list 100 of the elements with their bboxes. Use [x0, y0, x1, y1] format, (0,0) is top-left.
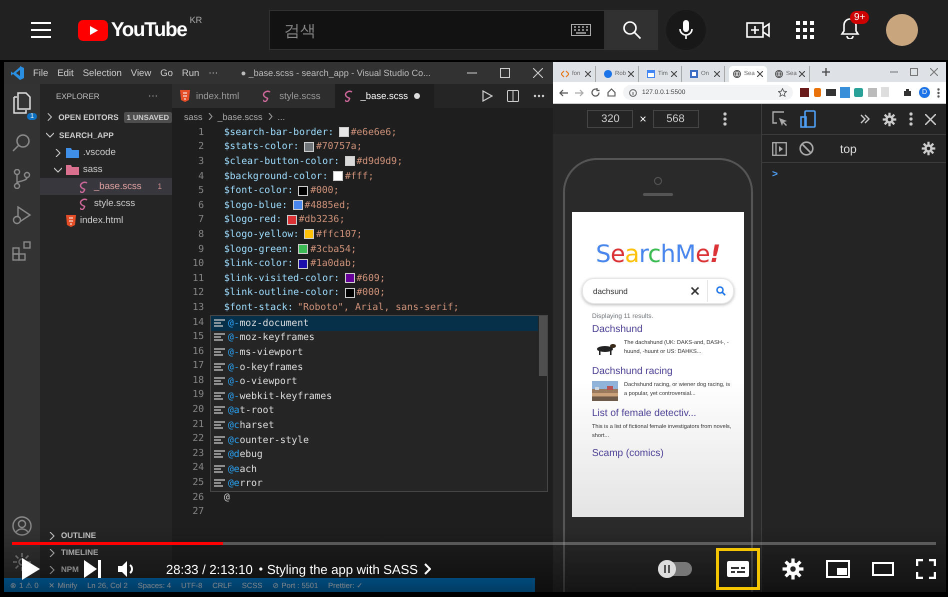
youtube-logo[interactable]: YouTube [111, 18, 187, 42]
tree-item[interactable]: .vscode [40, 144, 172, 161]
source-control-icon[interactable] [13, 169, 31, 189]
tree-item[interactable]: sass [40, 161, 172, 178]
console-prompt[interactable]: > [762, 163, 946, 186]
color-swatch[interactable] [338, 127, 349, 138]
suggestion-item[interactable]: @-o-keyframes [211, 360, 538, 374]
close-icon[interactable] [714, 71, 720, 77]
maximize-icon[interactable] [500, 68, 510, 78]
suggestion-item[interactable]: @-moz-keyframes [211, 330, 538, 346]
device-toolbar-icon[interactable] [800, 110, 816, 128]
breadcrumb-item[interactable]: ... [278, 112, 286, 122]
volume-icon[interactable] [118, 560, 136, 578]
create-video-icon[interactable] [746, 21, 770, 39]
voice-search-button[interactable] [666, 10, 706, 50]
result-link[interactable]: List of female detectiv... [592, 408, 734, 419]
close-icon[interactable] [671, 71, 677, 77]
panel-header[interactable]: OUTLINE [40, 527, 100, 544]
height-field[interactable]: 568 [652, 110, 698, 128]
more-tabs-icon[interactable] [860, 114, 870, 124]
section-header[interactable]: SEARCH_APP [59, 130, 114, 140]
menu-item[interactable]: Selection [82, 68, 122, 78]
extensions-icon[interactable] [12, 241, 32, 261]
settings-icon[interactable] [921, 141, 936, 156]
close-icon[interactable] [585, 71, 591, 77]
suggestion-item[interactable]: @debug [211, 447, 538, 462]
editor-tab[interactable]: style.scss [253, 84, 334, 108]
captions-button[interactable] [716, 548, 760, 590]
editor-tab[interactable]: index.html [172, 84, 254, 108]
breadcrumb-item[interactable]: sass [184, 112, 203, 122]
puzzle-icon[interactable] [903, 88, 912, 97]
chevron-down-icon[interactable] [46, 131, 54, 139]
search-icon[interactable] [716, 286, 726, 296]
breadcrumb-item[interactable]: _base.scss [218, 112, 263, 122]
files-icon[interactable] [12, 92, 32, 114]
scrollbar[interactable] [539, 316, 547, 376]
menu-item[interactable]: ⋯ [208, 67, 218, 79]
menu-item[interactable]: File [33, 68, 48, 78]
color-swatch[interactable] [298, 244, 308, 254]
more-icon[interactable] [722, 112, 726, 126]
more-icon[interactable] [533, 94, 545, 98]
color-swatch[interactable] [332, 171, 343, 182]
clear-console-icon[interactable] [799, 141, 814, 156]
back-icon[interactable] [559, 88, 568, 96]
menu-icon[interactable] [31, 22, 51, 38]
color-swatch[interactable] [344, 288, 355, 298]
chapter-title[interactable]: Styling the app with SASS [266, 562, 418, 576]
menu-item[interactable]: View [130, 68, 152, 78]
new-tab-icon[interactable] [822, 68, 830, 76]
clear-icon[interactable] [691, 287, 699, 295]
autoplay-toggle[interactable] [658, 562, 692, 576]
close-icon[interactable] [628, 71, 634, 77]
search-icon[interactable] [12, 133, 32, 153]
suggestion-item[interactable]: @at-root [211, 404, 538, 418]
suggestion-item[interactable]: @error [211, 476, 538, 492]
more-actions-button[interactable]: ⋯ [148, 90, 158, 102]
color-swatch[interactable] [286, 214, 297, 225]
menu-item[interactable]: Go [160, 68, 173, 78]
panel-header[interactable]: TIMELINE [40, 544, 102, 561]
settings-icon[interactable] [882, 112, 897, 126]
chevron-right-icon[interactable] [46, 113, 54, 121]
editor-tab[interactable]: _base.scss [334, 84, 434, 108]
suggestion-item[interactable]: @-ms-viewport [211, 345, 538, 360]
apps-icon[interactable] [796, 21, 814, 39]
reload-icon[interactable] [591, 88, 600, 97]
search-field[interactable]: 검색 [269, 10, 605, 50]
color-swatch[interactable] [344, 156, 355, 166]
suggestion-item[interactable]: @charset [211, 418, 538, 433]
result-link[interactable]: Scamp (comics) [592, 448, 734, 459]
suggestion-item[interactable]: @-webkit-keyframes [211, 388, 538, 404]
tree-item[interactable]: index.html [40, 212, 172, 229]
suggestion-item[interactable]: @counter-style [211, 432, 538, 448]
color-swatch[interactable] [298, 258, 308, 269]
settings-icon[interactable] [12, 552, 32, 572]
inspect-icon[interactable] [772, 111, 788, 127]
split-editor-icon[interactable] [507, 90, 519, 102]
home-icon[interactable] [607, 88, 616, 97]
tree-item[interactable]: style.scss [40, 195, 172, 212]
color-swatch[interactable] [304, 229, 314, 240]
result-link[interactable]: Dachshund racing [592, 366, 734, 377]
width-field[interactable]: 320 [587, 110, 634, 128]
keyboard-icon[interactable] [571, 24, 591, 36]
color-swatch[interactable] [304, 142, 314, 152]
color-swatch[interactable] [298, 186, 308, 196]
suggestion-item[interactable]: @-moz-document [211, 316, 538, 331]
fullscreen-icon[interactable] [916, 559, 936, 579]
run-debug-icon[interactable] [12, 205, 32, 225]
menu-item[interactable]: Edit [57, 68, 74, 78]
sidebar-icon[interactable] [772, 142, 787, 156]
run-icon[interactable] [482, 90, 493, 102]
avatar[interactable] [886, 14, 918, 46]
menu-icon[interactable] [937, 88, 940, 98]
close-icon[interactable] [757, 71, 763, 77]
section-header[interactable]: OPEN EDITORS [58, 112, 119, 122]
color-swatch[interactable] [292, 200, 303, 210]
search-field[interactable]: dachsund [582, 278, 734, 304]
theater-mode-icon[interactable] [872, 562, 894, 576]
account-icon[interactable] [12, 516, 32, 536]
search-button[interactable] [605, 10, 658, 50]
context-selector[interactable]: top [840, 142, 857, 156]
